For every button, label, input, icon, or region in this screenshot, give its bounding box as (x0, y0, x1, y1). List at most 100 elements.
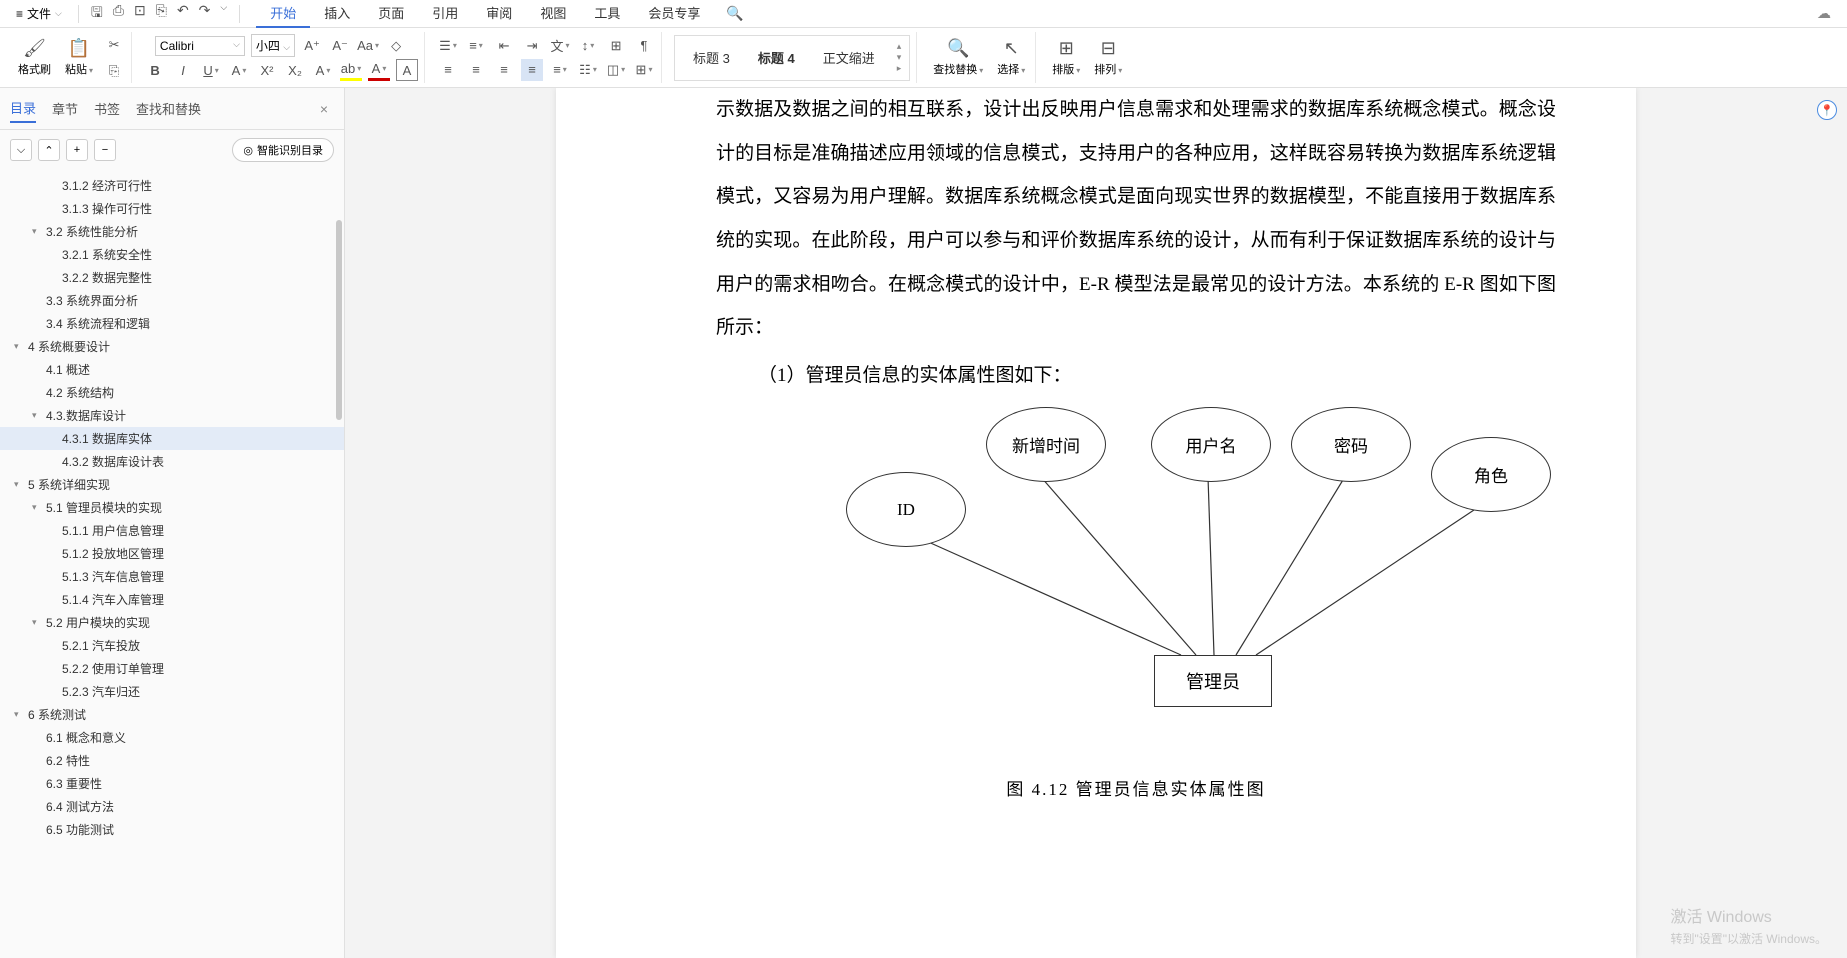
align-right-icon[interactable]: ≡ (493, 59, 515, 81)
text-direction-icon[interactable]: 文 (549, 35, 571, 57)
increase-font-icon[interactable]: A⁺ (301, 35, 323, 57)
italic-icon[interactable]: I (172, 59, 194, 81)
tab-page[interactable]: 页面 (364, 0, 418, 28)
style-heading3[interactable]: 标题 3 (683, 44, 740, 71)
tab-references[interactable]: 引用 (418, 0, 472, 28)
toc-item[interactable]: 4.2 系统结构 (0, 381, 344, 404)
tabs-icon[interactable]: ⊞ (605, 35, 627, 57)
character-border-icon[interactable]: A (396, 59, 418, 81)
save-icon[interactable]: 🖫 (91, 2, 103, 26)
close-icon[interactable]: × (320, 101, 334, 117)
toc-item[interactable]: 5.2.2 使用订单管理 (0, 657, 344, 680)
toc-item[interactable]: 6.1 概念和意义 (0, 726, 344, 749)
toc-item[interactable]: ▾4.3.数据库设计 (0, 404, 344, 427)
toc-item[interactable]: 5.1.2 投放地区管理 (0, 542, 344, 565)
toc-item[interactable]: ▾6 系统测试 (0, 703, 344, 726)
toc-item[interactable]: ▾5 系统详细实现 (0, 473, 344, 496)
underline-icon[interactable]: U (200, 59, 222, 81)
toc-item[interactable]: 6.2 特性 (0, 749, 344, 772)
subscript-icon[interactable]: X₂ (284, 59, 306, 81)
toc-dropdown-icon[interactable]: ⌵ (10, 139, 32, 161)
toc-item[interactable]: 3.2.2 数据完整性 (0, 266, 344, 289)
decrease-indent-icon[interactable]: ⇤ (493, 35, 515, 57)
change-case-icon[interactable]: Aa (357, 35, 379, 57)
sort-button[interactable]: ⊟ 排列 (1090, 36, 1126, 79)
layout-button[interactable]: ⊞ 排版 (1048, 36, 1084, 79)
select-button[interactable]: ↖ 选择 (993, 36, 1029, 79)
toc-toggle-icon[interactable]: ▾ (32, 617, 44, 628)
style-gallery-nav[interactable]: ▴▾▸ (897, 41, 902, 74)
paragraph-mark-icon[interactable]: ¶ (633, 35, 655, 57)
tab-insert[interactable]: 插入 (310, 0, 364, 28)
undo-icon[interactable]: ↶ (177, 2, 189, 26)
superscript-icon[interactable]: X² (256, 59, 278, 81)
decrease-font-icon[interactable]: A⁻ (329, 35, 351, 57)
print-preview-icon[interactable]: ⊡ (134, 2, 146, 26)
toc-list[interactable]: 3.1.2 经济可行性3.1.3 操作可行性▾3.2 系统性能分析3.2.1 系… (0, 170, 344, 958)
toc-item[interactable]: 5.2.3 汽车归还 (0, 680, 344, 703)
clear-format-icon[interactable]: ◇ (385, 35, 407, 57)
font-family-select[interactable]: Calibri ⌵ (155, 36, 245, 56)
sidebar-tab-bookmarks[interactable]: 书签 (94, 95, 120, 122)
toc-item[interactable]: 4.3.1 数据库实体 (0, 427, 344, 450)
smart-recognize-button[interactable]: ◎ 智能识别目录 (232, 138, 334, 162)
borders-icon[interactable]: ⊞ (633, 59, 655, 81)
toc-item[interactable]: 6.5 功能测试 (0, 818, 344, 841)
toc-item[interactable]: 3.4 系统流程和逻辑 (0, 312, 344, 335)
shading-icon[interactable]: ◫ (605, 59, 627, 81)
redo-icon[interactable]: ↷ (199, 2, 211, 26)
toc-toggle-icon[interactable]: ▾ (32, 226, 44, 237)
paste-button[interactable]: 📋 粘贴 (61, 36, 97, 79)
align-left-icon[interactable]: ≡ (437, 59, 459, 81)
pin-icon[interactable]: 📍 (1817, 100, 1837, 120)
preview-icon[interactable]: ⎘ (156, 2, 167, 26)
toc-item[interactable]: ▾5.2 用户模块的实现 (0, 611, 344, 634)
scrollbar-thumb[interactable] (336, 220, 342, 420)
tab-start[interactable]: 开始 (256, 0, 310, 28)
toc-item[interactable]: 6.3 重要性 (0, 772, 344, 795)
toc-toggle-icon[interactable]: ▾ (14, 341, 26, 352)
toc-item[interactable]: 5.1.1 用户信息管理 (0, 519, 344, 542)
toc-up-icon[interactable]: ⌃ (38, 139, 60, 161)
tab-view[interactable]: 视图 (526, 0, 580, 28)
chevron-down-icon[interactable]: ⌵ (220, 2, 227, 26)
highlight-icon[interactable]: ab (340, 59, 362, 81)
file-menu[interactable]: ≡ 文件 ⌵ (8, 5, 70, 22)
toc-item[interactable]: ▾4 系统概要设计 (0, 335, 344, 358)
cloud-icon[interactable]: ☁ (1817, 5, 1839, 22)
sidebar-tab-toc[interactable]: 目录 (10, 94, 36, 123)
toc-item[interactable]: 5.1.3 汽车信息管理 (0, 565, 344, 588)
toc-add-icon[interactable]: + (66, 139, 88, 161)
toc-toggle-icon[interactable]: ▾ (32, 502, 44, 513)
sidebar-tab-chapters[interactable]: 章节 (52, 95, 78, 122)
toc-item[interactable]: 3.2.1 系统安全性 (0, 243, 344, 266)
tab-tools[interactable]: 工具 (580, 0, 634, 28)
text-effects-icon[interactable]: A (312, 59, 334, 81)
toc-item[interactable]: 4.3.2 数据库设计表 (0, 450, 344, 473)
columns-icon[interactable]: ☷ (577, 59, 599, 81)
toc-item[interactable]: 3.1.2 经济可行性 (0, 174, 344, 197)
cut-icon[interactable]: ✂ (103, 34, 125, 56)
numbering-icon[interactable]: ≡ (465, 35, 487, 57)
strikethrough-icon[interactable]: A (228, 59, 250, 81)
bullets-icon[interactable]: ☰ (437, 35, 459, 57)
distribute-icon[interactable]: ≡ (549, 59, 571, 81)
tab-member[interactable]: 会员专享 (634, 0, 714, 28)
font-color-icon[interactable]: A (368, 59, 390, 81)
increase-indent-icon[interactable]: ⇥ (521, 35, 543, 57)
align-justify-icon[interactable]: ≡ (521, 59, 543, 81)
toc-item[interactable]: ▾3.2 系统性能分析 (0, 220, 344, 243)
toc-item[interactable]: ▾5.1 管理员模块的实现 (0, 496, 344, 519)
toc-item[interactable]: 3.3 系统界面分析 (0, 289, 344, 312)
style-body-indent[interactable]: 正文缩进 (813, 44, 885, 71)
style-heading4[interactable]: 标题 4 (748, 44, 805, 71)
find-replace-button[interactable]: 🔍 查找替换 (929, 36, 987, 79)
toc-item[interactable]: 5.1.4 汽车入库管理 (0, 588, 344, 611)
toc-item[interactable]: 3.1.3 操作可行性 (0, 197, 344, 220)
search-icon[interactable]: 🔍 (726, 5, 743, 22)
toc-toggle-icon[interactable]: ▾ (14, 479, 26, 490)
toc-remove-icon[interactable]: − (94, 139, 116, 161)
bold-icon[interactable]: B (144, 59, 166, 81)
copy-icon[interactable]: ⎘ (103, 60, 125, 82)
sidebar-tab-findreplace[interactable]: 查找和替换 (136, 95, 201, 122)
